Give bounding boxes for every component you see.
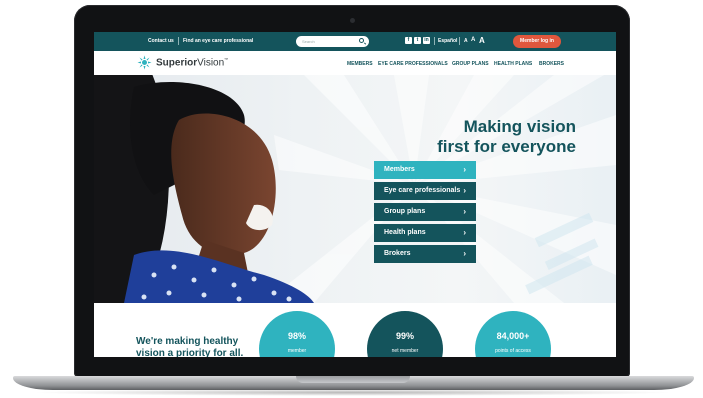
cta-label: Brokers [384, 250, 411, 257]
facebook-icon[interactable]: f [405, 37, 412, 44]
stat-caption: points of access [495, 348, 531, 354]
hero-section: Making vision first for everyone Members… [94, 75, 616, 303]
chevron-right-icon: › [463, 165, 466, 174]
camera-dot [350, 18, 355, 23]
stat-circle: 84,000+ points of access [475, 311, 551, 357]
nav-eye-care-professionals[interactable]: EYE CARE PROFESSIONALS [378, 61, 448, 67]
chevron-right-icon: › [463, 186, 466, 195]
chevron-right-icon: › [463, 228, 466, 237]
search-input[interactable]: Search [296, 36, 369, 47]
trademark-mark: ™ [224, 57, 229, 62]
logo-wordmark[interactable]: SuperiorVision™ [156, 57, 228, 68]
logo-icon[interactable] [137, 55, 152, 70]
stat-value: 98% [287, 331, 306, 341]
logo-word-bold: Superior [156, 57, 198, 69]
text-size-medium[interactable]: A [471, 37, 475, 43]
cta-label: Group plans [384, 208, 426, 215]
twitter-icon[interactable]: t [414, 37, 421, 44]
chevron-right-icon: › [463, 207, 466, 216]
find-professional-link[interactable]: Find an eye care professional [183, 38, 253, 44]
stat-circle: 99% net member [367, 311, 443, 357]
hero-title-line2: first for everyone [437, 137, 576, 156]
linkedin-icon[interactable]: in [423, 37, 430, 44]
stat-circle: 98% member [259, 311, 335, 357]
search-placeholder: Search [302, 39, 315, 44]
logo-word-regular: Vision [197, 57, 225, 69]
browser-screen: Contact us Find an eye care professional… [94, 32, 616, 357]
utility-bar: Contact us Find an eye care professional… [94, 32, 616, 51]
nav-health-plans[interactable]: HEALTH PLANS [494, 61, 532, 67]
laptop-shadow [30, 389, 675, 396]
smiling-woman-photo [94, 75, 314, 303]
cta-health-plans-button[interactable]: Health plans › [374, 224, 476, 242]
cta-eye-care-professionals-button[interactable]: Eye care professionals › [374, 182, 476, 200]
text-size-large[interactable]: A [479, 36, 485, 45]
search-icon[interactable] [359, 38, 364, 43]
cta-brokers-button[interactable]: Brokers › [374, 245, 476, 263]
nav-group-plans[interactable]: GROUP PLANS [452, 61, 489, 67]
cta-members-button[interactable]: Members › [374, 161, 476, 179]
cta-label: Members [384, 166, 415, 173]
language-link[interactable]: Español [438, 38, 457, 44]
cta-group-plans-button[interactable]: Group plans › [374, 203, 476, 221]
stat-value: 84,000+ [496, 331, 530, 341]
divider [459, 37, 460, 45]
chevron-right-icon: › [463, 249, 466, 258]
stats-section: We're making healthy vision a priority f… [94, 303, 616, 357]
stat-caption: member [287, 348, 307, 354]
laptop-mockup: Contact us Find an eye care professional… [0, 0, 703, 398]
stats-heading-line2: vision a priority for all. [136, 348, 244, 357]
nav-brokers[interactable]: BROKERS [539, 61, 564, 67]
cta-label: Eye care professionals [384, 187, 461, 194]
cta-label: Health plans [384, 229, 426, 236]
hero-title-line1: Making vision [463, 117, 576, 136]
main-nav: SuperiorVision™ MEMBERS EYE CARE PROFESS… [94, 51, 616, 75]
divider [434, 37, 435, 45]
contact-us-link[interactable]: Contact us [148, 38, 174, 44]
stat-value: 99% [395, 331, 414, 341]
member-login-button[interactable]: Member log in [513, 35, 561, 48]
laptop-notch [296, 376, 410, 383]
stats-heading-line1: We're making healthy [136, 336, 239, 347]
divider [178, 37, 179, 45]
nav-members[interactable]: MEMBERS [347, 61, 373, 67]
text-size-small[interactable]: A [464, 38, 468, 44]
stat-caption: net member [391, 348, 419, 354]
